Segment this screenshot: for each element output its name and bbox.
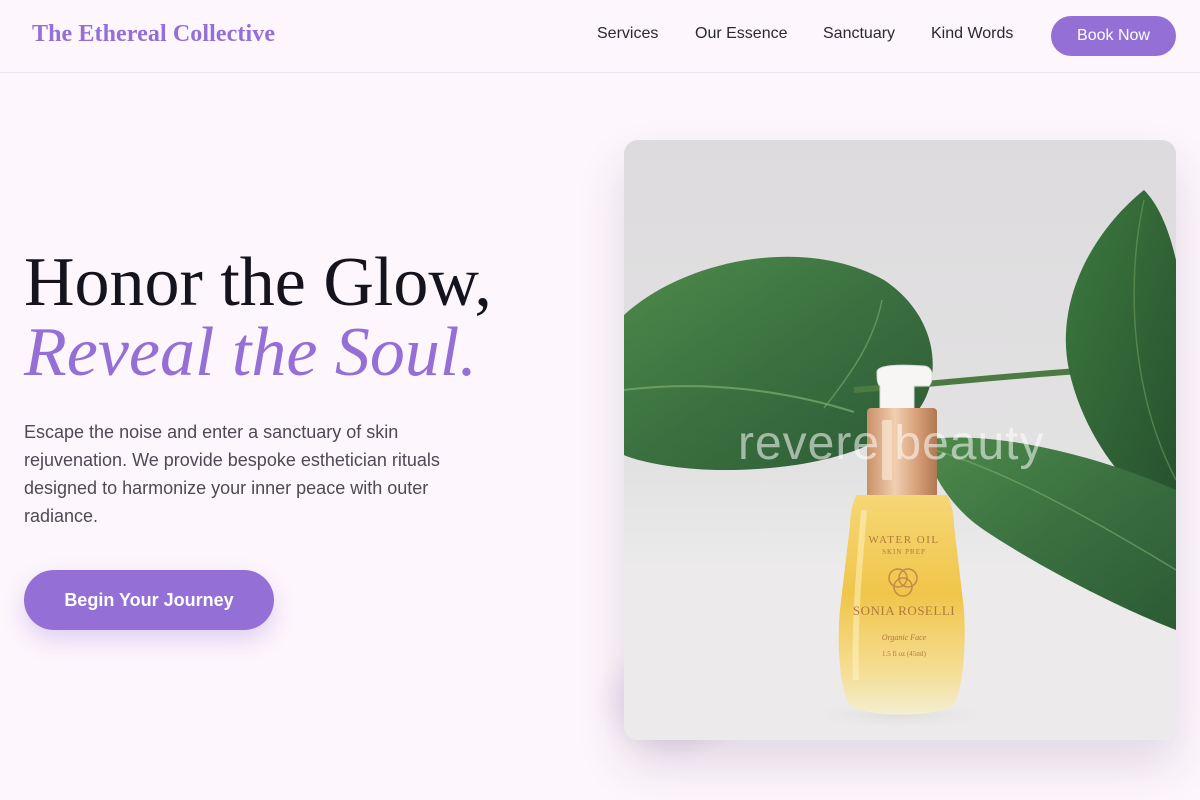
- begin-journey-button[interactable]: Begin Your Journey: [24, 570, 274, 630]
- hero-description: Escape the noise and enter a sanctuary o…: [24, 422, 440, 526]
- image-watermark: revere beauty: [738, 417, 1045, 470]
- bottle-label-line3: Organic Face: [881, 633, 927, 642]
- hero-title-line2: Reveal the Soul.: [24, 314, 477, 391]
- bottle-label-line2: SKIN PREP: [882, 548, 926, 556]
- top-navigation: The Ethereal Collective Services Our Ess…: [0, 0, 1200, 73]
- hero-title: Honor the Glow, Reveal the Soul.: [24, 248, 492, 388]
- nav-link-kind-words[interactable]: Kind Words: [931, 25, 1013, 43]
- bottle-brand-label: SONIA ROSELLI: [852, 603, 956, 618]
- bottle-label-line4: 1.5 fl oz (45ml): [882, 650, 926, 658]
- nav-link-services[interactable]: Services: [597, 25, 658, 43]
- hero-title-line1: Honor the Glow,: [24, 244, 492, 321]
- bottle-label-line1: WATER OIL: [868, 534, 940, 546]
- book-now-button[interactable]: Book Now: [1051, 16, 1176, 56]
- nav-link-sanctuary[interactable]: Sanctuary: [823, 25, 895, 43]
- nav-links: Services Our Essence Sanctuary Kind Word…: [0, 25, 1200, 47]
- nav-link-our-essence[interactable]: Our Essence: [695, 25, 787, 43]
- hero-product-image: WATER OIL SKIN PREP SONIA ROSELLI Organi…: [624, 140, 1176, 740]
